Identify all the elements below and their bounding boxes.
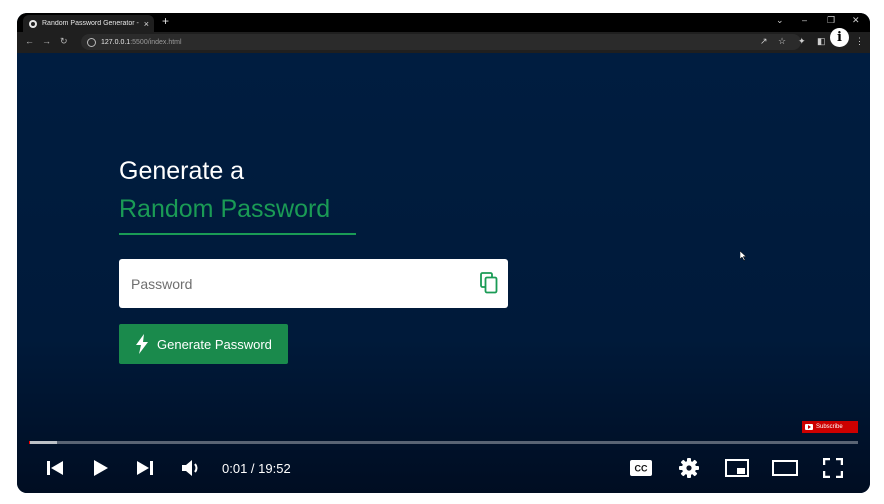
svg-text:CC: CC — [635, 464, 648, 474]
favicon-icon — [29, 19, 37, 28]
fullscreen-icon[interactable] — [823, 458, 843, 478]
password-field — [119, 259, 508, 308]
subscribe-button[interactable]: Subscribe — [802, 421, 858, 433]
progress-played — [29, 441, 30, 444]
tab-title: Random Password Generator - L — [42, 20, 139, 27]
generate-button-label: Generate Password — [157, 336, 272, 352]
lightning-icon — [136, 334, 148, 354]
time-display: 0:01 / 19:52 — [222, 461, 291, 476]
video-duration: 19:52 — [258, 461, 291, 476]
heading-line2: Random Password — [119, 195, 331, 223]
progress-bar[interactable] — [29, 441, 858, 444]
tab-search-icon[interactable]: ⌄ — [776, 15, 784, 26]
forward-icon[interactable]: → — [42, 36, 51, 46]
previous-icon[interactable] — [46, 459, 64, 477]
play-icon[interactable] — [93, 459, 109, 477]
progress-buffered — [29, 441, 58, 444]
browser-menu-icon[interactable]: ⋮ — [855, 36, 864, 47]
video-player[interactable]: Random Password Generator - L × + ⌄ – ❐ … — [17, 13, 870, 493]
extensions-icon[interactable]: ✦ — [798, 36, 806, 47]
minimize-icon[interactable]: – — [802, 15, 807, 25]
theater-mode-icon[interactable] — [772, 459, 798, 477]
current-time: 0:01 — [222, 461, 248, 476]
info-icon[interactable]: i — [830, 28, 849, 47]
window-close-icon[interactable]: ✕ — [852, 15, 860, 26]
password-input[interactable] — [119, 259, 471, 308]
heading-line1: Generate a — [119, 157, 245, 185]
youtube-logo-icon — [805, 424, 813, 430]
volume-icon[interactable] — [181, 458, 203, 478]
restore-icon[interactable]: ❐ — [827, 15, 835, 26]
share-icon[interactable]: ↗ — [760, 36, 768, 47]
captions-icon[interactable]: CC — [630, 460, 652, 476]
page-content: Generate a Random Password Generate Pass… — [17, 53, 870, 493]
side-panel-icon[interactable]: ◧ — [817, 36, 826, 47]
copy-icon[interactable] — [477, 271, 501, 295]
new-tab-button[interactable]: + — [162, 14, 169, 28]
browser-tab[interactable]: Random Password Generator - L × — [23, 15, 154, 32]
settings-gear-icon[interactable] — [679, 458, 699, 478]
url-path: :5500/index.html — [130, 38, 182, 46]
reload-icon[interactable]: ↻ — [60, 36, 68, 47]
site-info-icon[interactable] — [87, 37, 96, 47]
browser-tab-bar: Random Password Generator - L × + ⌄ – ❐ … — [17, 13, 870, 32]
next-icon[interactable] — [136, 459, 154, 477]
url-host: 127.0.0.1 — [101, 38, 131, 46]
subscribe-label: Subscribe — [816, 424, 843, 430]
browser-toolbar: ← → ↻ 127.0.0.1 :5500/index.html ↗ ☆ ✦ ◧… — [17, 32, 870, 53]
generate-password-button[interactable]: Generate Password — [119, 324, 288, 364]
back-icon[interactable]: ← — [25, 36, 34, 46]
time-separator: / — [247, 461, 259, 476]
tab-close-icon[interactable]: × — [144, 19, 149, 29]
bookmark-star-icon[interactable]: ☆ — [778, 36, 786, 47]
address-bar[interactable]: 127.0.0.1 :5500/index.html — [81, 34, 801, 50]
heading-underline — [119, 233, 356, 235]
miniplayer-icon[interactable] — [725, 459, 749, 477]
mouse-cursor-icon — [740, 251, 747, 261]
